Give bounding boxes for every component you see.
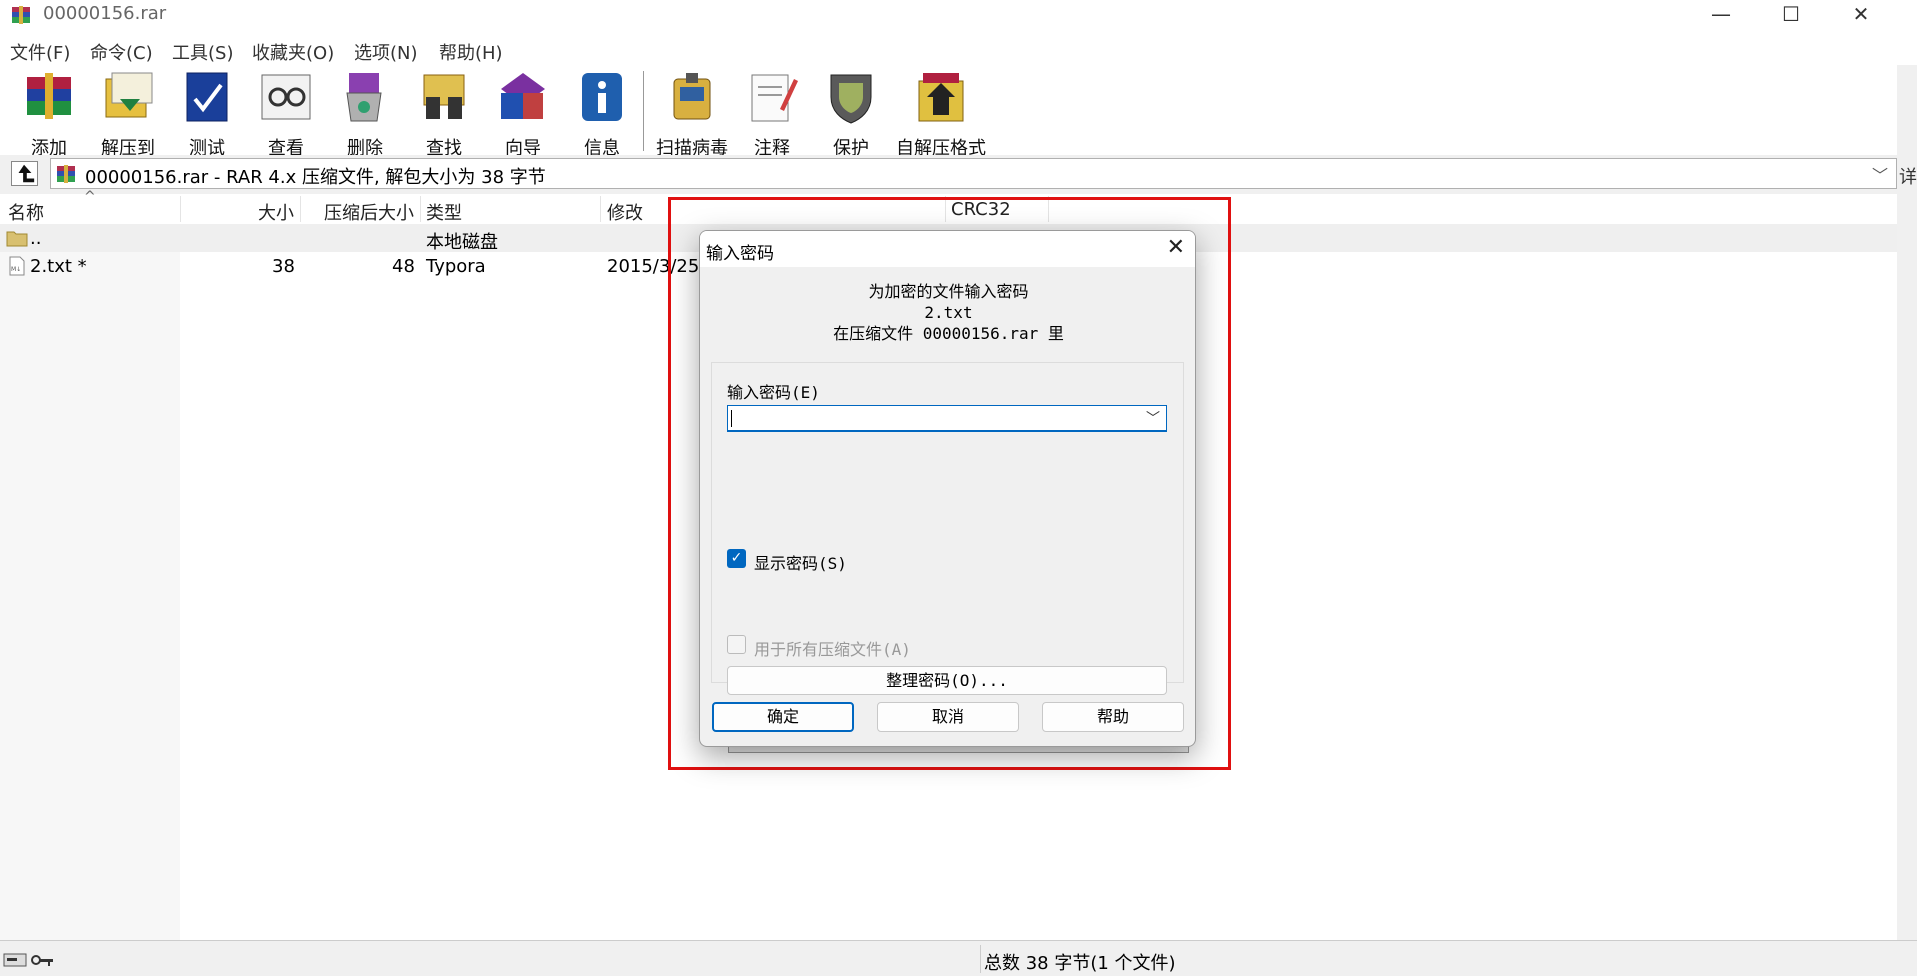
- text-file-icon: M↓: [9, 256, 25, 276]
- name-column-background: [0, 194, 180, 940]
- scan-virus-button[interactable]: 扫描病毒: [651, 69, 733, 160]
- menu-help[interactable]: 帮助(H): [439, 39, 503, 65]
- status-text: 总数 38 字节(1 个文件): [984, 953, 1176, 974]
- dialog-info-line1: 为加密的文件输入密码: [868, 282, 1029, 301]
- column-size[interactable]: 大小: [258, 199, 294, 225]
- dialog-title-bar: 输入密码 ✕: [700, 231, 1195, 267]
- comment-button[interactable]: 注释: [732, 69, 812, 160]
- text-caret: [731, 410, 732, 427]
- row-name: ..: [30, 228, 42, 249]
- row-packed-size: 48: [392, 256, 415, 277]
- address-bar: 00000156.rar - RAR 4.x 压缩文件, 解包大小为 38 字节…: [0, 155, 1917, 194]
- row-type: 本地磁盘: [426, 232, 498, 253]
- column-packed[interactable]: 压缩后大小: [324, 199, 414, 225]
- menu-bar: 文件(F) 命令(C) 工具(S) 收藏夹(O) 选项(N) 帮助(H): [0, 30, 1917, 65]
- extract-to-button[interactable]: 解压到: [88, 69, 168, 160]
- dialog-info: 为加密的文件输入密码 2.txt 在压缩文件 00000156.rar 里: [700, 281, 1195, 344]
- row-type: Typora: [426, 256, 486, 277]
- view-icon: [261, 74, 311, 120]
- column-type[interactable]: 类型: [426, 199, 462, 225]
- add-icon: [27, 73, 71, 119]
- help-button[interactable]: 帮助: [1042, 702, 1184, 732]
- row-name: 2.txt *: [30, 256, 87, 277]
- row-size: 38: [272, 256, 295, 277]
- dialog-info-line2: 2.txt: [924, 303, 973, 322]
- window-title: 00000156.rar: [43, 3, 167, 24]
- column-divider[interactable]: [600, 196, 601, 222]
- use-for-all-label[interactable]: 用于所有压缩文件(A): [754, 636, 911, 660]
- close-window-button[interactable]: ✕: [1826, 0, 1896, 30]
- details-clipped-label: 详细: [1899, 167, 1917, 188]
- address-text: 00000156.rar - RAR 4.x 压缩文件, 解包大小为 38 字节: [85, 167, 546, 188]
- toolbar: 添加 解压到 测试 查看 删除 查找 向导 信息 扫描病毒 注释 保护 自解压格…: [0, 65, 1897, 159]
- wizard-icon: [501, 73, 545, 119]
- menu-options[interactable]: 选项(N): [354, 39, 418, 65]
- delete-button[interactable]: 删除: [325, 69, 405, 160]
- test-button[interactable]: 测试: [167, 69, 247, 160]
- title-bar: 00000156.rar — ☐ ✕: [0, 0, 1917, 30]
- password-label: 输入密码(E): [727, 383, 820, 402]
- chevron-down-icon[interactable]: ﹀: [1872, 162, 1888, 186]
- folder-icon: [6, 231, 28, 247]
- menu-tools[interactable]: 工具(S): [172, 39, 233, 65]
- column-modified[interactable]: 修改: [607, 199, 643, 225]
- info-button[interactable]: 信息: [562, 69, 642, 160]
- menu-favorites[interactable]: 收藏夹(O): [252, 39, 334, 65]
- comment-icon: [751, 74, 798, 122]
- protect-icon: [830, 74, 872, 124]
- find-icon: [423, 74, 465, 119]
- up-arrow-icon: [18, 164, 35, 183]
- add-button[interactable]: 添加: [9, 69, 89, 160]
- password-input[interactable]: ﹀: [727, 405, 1167, 432]
- chevron-down-icon[interactable]: ﹀: [1146, 408, 1160, 428]
- up-folder-button[interactable]: [11, 161, 38, 186]
- winrar-app-icon: [12, 6, 30, 24]
- view-button[interactable]: 查看: [246, 69, 326, 160]
- dialog-info-line3: 在压缩文件 00000156.rar 里: [833, 324, 1064, 343]
- window-right-edge: [1897, 194, 1917, 940]
- show-password-checkbox[interactable]: ✓: [727, 549, 746, 568]
- use-for-all-checkbox[interactable]: [727, 635, 746, 654]
- menu-file[interactable]: 文件(F): [10, 39, 70, 65]
- wizard-button[interactable]: 向导: [483, 69, 563, 160]
- delete-icon: [346, 73, 382, 122]
- cancel-button[interactable]: 取消: [877, 702, 1019, 732]
- find-button[interactable]: 查找: [404, 69, 484, 160]
- toolbar-separator: [643, 71, 644, 151]
- password-group: 输入密码(E) ﹀ ✓ 显示密码(S) 用于所有压缩文件(A) 整理密码(O).…: [711, 362, 1184, 695]
- organize-passwords-button[interactable]: 整理密码(O)...: [727, 666, 1167, 695]
- maximize-button[interactable]: ☐: [1756, 0, 1826, 30]
- sort-ascending-icon: ^: [84, 189, 96, 205]
- minimize-button[interactable]: —: [1686, 0, 1756, 30]
- drive-key-icon[interactable]: [2, 949, 58, 971]
- address-field[interactable]: 00000156.rar - RAR 4.x 压缩文件, 解包大小为 38 字节…: [50, 158, 1897, 189]
- dialog-close-icon[interactable]: ✕: [1167, 235, 1185, 260]
- password-dialog: 输入密码 ✕ 为加密的文件输入密码 2.txt 在压缩文件 00000156.r…: [699, 230, 1196, 747]
- svg-text:M↓: M↓: [11, 266, 21, 273]
- column-name[interactable]: 名称: [8, 199, 44, 225]
- status-divider: [980, 945, 981, 973]
- column-divider[interactable]: [300, 196, 301, 222]
- status-bar: 总数 38 字节(1 个文件): [0, 940, 1917, 976]
- menu-command[interactable]: 命令(C): [90, 39, 153, 65]
- extract-to-icon: [105, 72, 153, 118]
- archive-icon: [57, 165, 75, 183]
- column-divider[interactable]: [420, 196, 421, 222]
- ok-button[interactable]: 确定: [712, 702, 854, 732]
- show-password-label[interactable]: 显示密码(S): [754, 550, 847, 574]
- scan-virus-icon: [673, 73, 711, 120]
- info-icon: [582, 73, 622, 121]
- sfx-button[interactable]: 自解压格式: [890, 69, 992, 160]
- column-divider[interactable]: [180, 196, 181, 222]
- dialog-title: 输入密码: [706, 244, 774, 264]
- protect-button[interactable]: 保护: [811, 69, 891, 160]
- test-icon: [186, 72, 228, 122]
- sfx-icon: [918, 73, 964, 122]
